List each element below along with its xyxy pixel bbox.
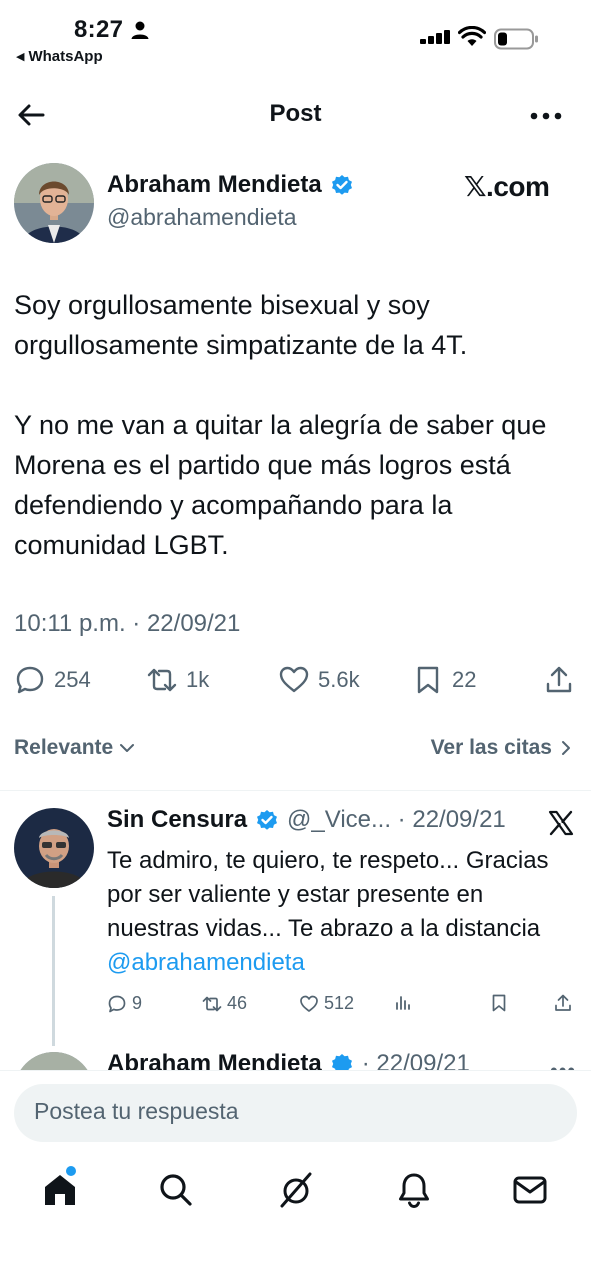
back-to-app-button[interactable]: ◀ WhatsApp (16, 48, 103, 65)
sort-label: Relevante (14, 736, 114, 759)
heart-icon (279, 666, 309, 693)
reply-filter-row: Relevante Ver las citas (14, 736, 574, 766)
back-triangle-icon: ◀ (16, 51, 25, 63)
page-title: Post (269, 100, 322, 127)
repost-icon (147, 668, 177, 692)
next-reply-preview[interactable]: Abraham Mendieta · 22/09/21 ••• (0, 1040, 591, 1070)
reply-composer[interactable] (14, 1084, 577, 1142)
back-app-label: WhatsApp (28, 48, 103, 65)
reply-mention-link[interactable]: @abrahamendieta (107, 949, 305, 976)
reply-icon (16, 666, 44, 694)
share-icon (555, 994, 571, 1011)
reply-input[interactable] (34, 1098, 554, 1125)
bookmark-count: 22 (452, 667, 477, 692)
bookmark-icon (417, 666, 439, 694)
tweet-text: Soy orgullosamente bisexual y soy orgull… (14, 290, 547, 560)
repost-action[interactable]: 1k (146, 664, 209, 696)
reply-views-action[interactable] (393, 993, 413, 1013)
reply-action[interactable]: 254 (14, 664, 91, 696)
reply-text: Te admiro, te quiero, te respeto... Grac… (107, 844, 581, 980)
grok-icon (280, 1172, 312, 1208)
x-logo-icon (548, 810, 574, 836)
nav-search[interactable] (156, 1170, 196, 1210)
view-quotes-link[interactable]: Ver las citas (431, 736, 574, 760)
repost-count: 1k (186, 667, 210, 692)
post-header: Post (0, 88, 591, 144)
more-options-icon[interactable] (528, 102, 564, 130)
thread-line (52, 896, 55, 1046)
reply-repost-action[interactable]: 46 (202, 993, 247, 1014)
messages-icon (513, 1176, 547, 1204)
home-icon (45, 1175, 75, 1205)
repost-icon (202, 996, 222, 1011)
bookmark-icon (492, 994, 506, 1012)
search-icon (160, 1174, 192, 1206)
next-reply-meta: · 22/09/21 (361, 1050, 470, 1070)
reply-body: Te admiro, te quiero, te respeto... Grac… (107, 847, 549, 942)
reply-reply-count: 9 (132, 993, 143, 1013)
divider (0, 1070, 591, 1071)
more-options-icon[interactable]: ••• (550, 1058, 576, 1070)
heart-icon (300, 995, 318, 1012)
chevron-down-icon (120, 744, 135, 752)
bottom-nav (0, 1150, 591, 1230)
bookmark-action[interactable]: 22 (412, 664, 476, 696)
reply-like-count: 512 (324, 993, 355, 1013)
next-reply-avatar[interactable] (14, 1052, 94, 1070)
author-name[interactable]: Abraham Mendieta (107, 171, 322, 199)
like-count: 5.6k (318, 667, 360, 692)
reply-author-name[interactable]: Sin Censura (107, 806, 247, 834)
nav-notifications[interactable] (394, 1170, 434, 1210)
battery-icon (494, 28, 538, 50)
person-icon (131, 21, 149, 39)
reply-count: 254 (54, 667, 91, 692)
chevron-right-icon (562, 741, 570, 755)
notifications-icon (399, 1173, 429, 1209)
nav-messages[interactable] (510, 1170, 550, 1210)
nav-home[interactable] (40, 1170, 80, 1210)
status-time: 8:27 (74, 16, 124, 43)
share-action[interactable] (543, 664, 575, 696)
analytics-icon (396, 996, 410, 1010)
author-handle[interactable]: @abrahamendieta (107, 204, 297, 231)
reply-author-avatar[interactable] (14, 808, 94, 888)
verified-badge-icon (331, 1054, 352, 1070)
reply-bookmark-action[interactable] (489, 993, 509, 1013)
author-avatar[interactable] (14, 163, 94, 243)
next-reply-photo (14, 1052, 94, 1070)
verified-badge-icon (257, 810, 278, 830)
notification-dot (66, 1166, 76, 1176)
reply-share-action[interactable] (553, 993, 573, 1013)
tweet-timestamp[interactable]: 10:11 p.m. · 22/09/21 (14, 610, 240, 638)
signal-icon (420, 30, 450, 44)
share-icon (546, 666, 572, 693)
reply-author-photo (14, 808, 94, 888)
sort-dropdown[interactable]: Relevante (14, 736, 137, 760)
reply-like-action[interactable]: 512 (299, 993, 354, 1014)
reply-reply-action[interactable]: 9 (107, 993, 142, 1014)
divider (0, 790, 591, 791)
author-line[interactable]: Abraham Mendieta (107, 171, 354, 199)
next-reply-author-name[interactable]: Abraham Mendieta (107, 1050, 322, 1070)
reply-icon (108, 995, 126, 1012)
nav-grok[interactable] (276, 1170, 316, 1210)
wifi-icon (458, 26, 486, 46)
next-reply-header[interactable]: Abraham Mendieta · 22/09/21 (107, 1050, 470, 1070)
view-quotes-label: Ver las citas (430, 736, 552, 759)
reply-meta: @_Vice... · 22/09/21 (287, 806, 506, 833)
reply-header[interactable]: Sin Censura @_Vice... · 22/09/21 (107, 806, 506, 834)
tweet-actions: 254 1k 5.6k 22 (0, 664, 591, 704)
like-action[interactable]: 5.6k (278, 664, 360, 696)
reply-actions: 9 46 512 (107, 993, 577, 1019)
reply-repost-count: 46 (227, 993, 248, 1013)
status-bar: 8:27 ◀ WhatsApp (0, 0, 591, 72)
x-com-logo: 𝕏.com (464, 171, 550, 202)
verified-badge-icon (331, 175, 352, 195)
author-photo (14, 163, 94, 243)
